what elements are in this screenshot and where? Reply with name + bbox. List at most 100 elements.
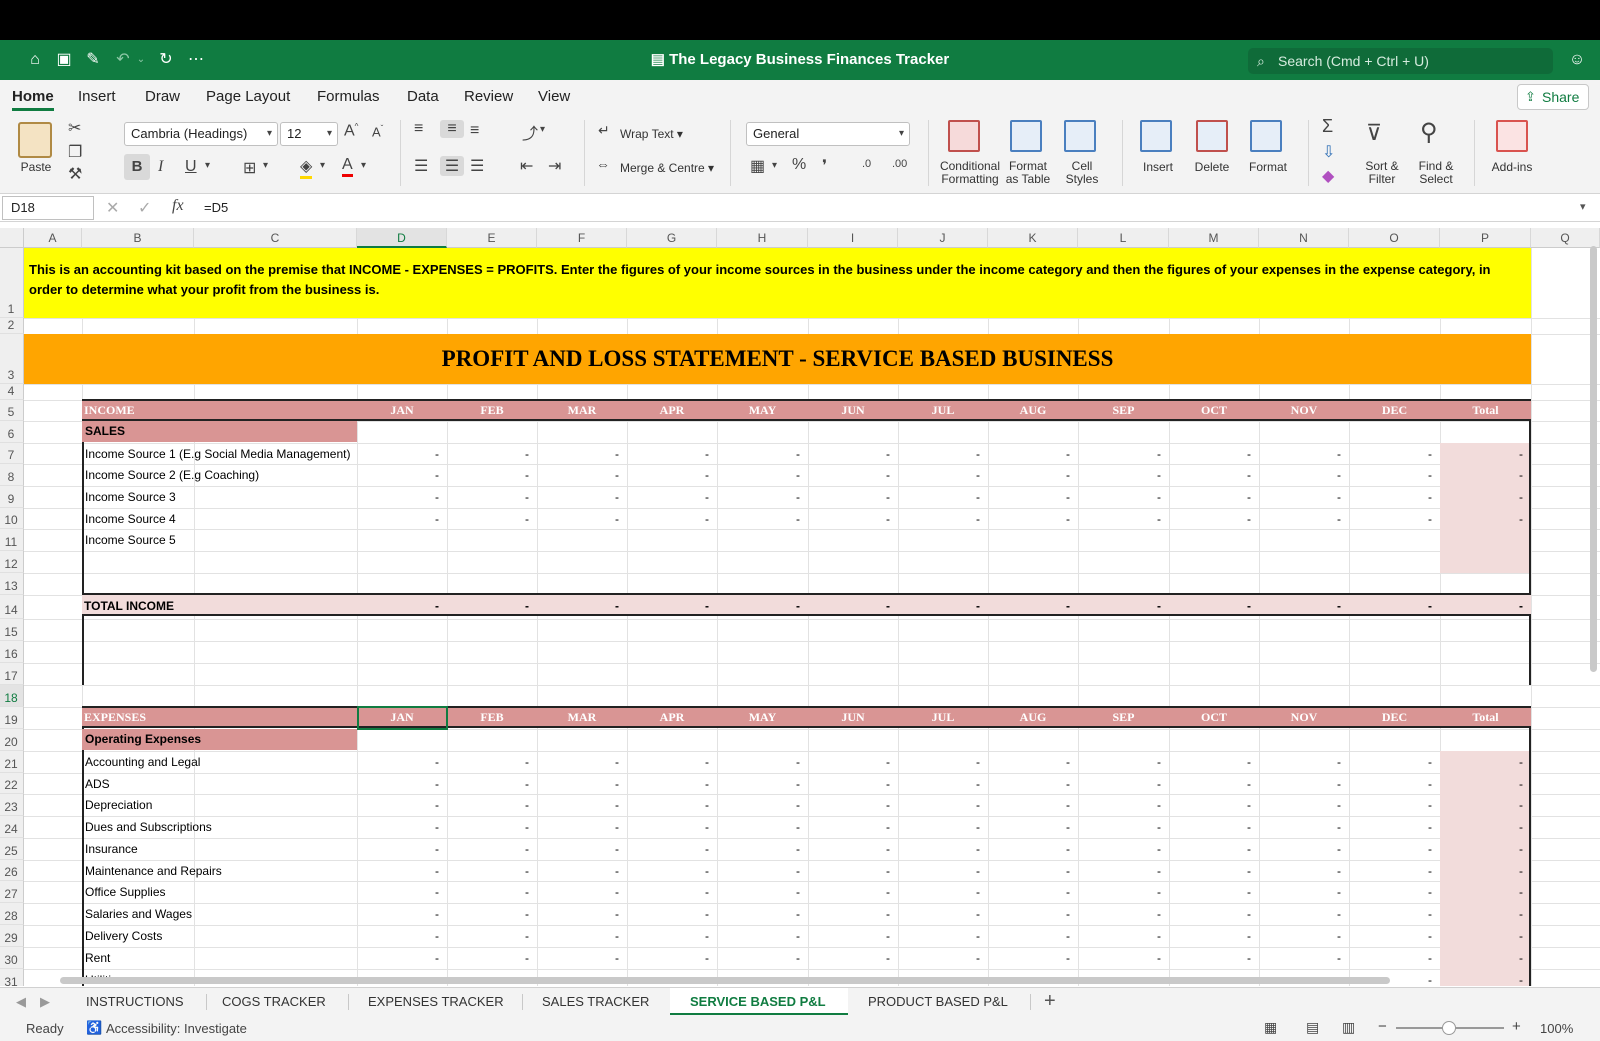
row-header-31[interactable]: 31 (0, 969, 24, 986)
income-value-cell[interactable]: - (1058, 512, 1070, 526)
month-header-dec[interactable]: DEC (1349, 401, 1440, 419)
row-header-2[interactable]: 2 (0, 318, 24, 334)
total-income-cell[interactable]: - (1239, 599, 1251, 613)
sheet-tab-product-based-pl[interactable]: PRODUCT BASED P&L (868, 994, 1008, 1009)
tab-draw[interactable]: Draw (145, 88, 180, 105)
month-header-may[interactable]: MAY (717, 708, 808, 726)
row-header-5[interactable]: 5 (0, 400, 24, 421)
column-header-p[interactable]: P (1440, 228, 1531, 248)
expense-value-cell[interactable]: - (427, 798, 439, 812)
row-header-11[interactable]: 11 (0, 529, 24, 551)
income-value-cell[interactable]: - (697, 447, 709, 461)
format-cells-button[interactable]: Format (1246, 160, 1290, 174)
expense-value-cell[interactable]: - (1511, 973, 1523, 986)
expense-value-cell[interactable]: - (1149, 755, 1161, 769)
expense-value-cell[interactable]: - (1239, 842, 1251, 856)
wrap-text-icon[interactable]: ↵ (598, 122, 610, 139)
income-value-cell[interactable]: - (1058, 468, 1070, 482)
expense-value-cell[interactable]: - (968, 864, 980, 878)
month-header-jun[interactable]: JUN (808, 708, 898, 726)
row-header-14[interactable]: 14 (0, 595, 24, 619)
expense-value-cell[interactable]: - (968, 885, 980, 899)
sheet-tab-sales-tracker[interactable]: SALES TRACKER (542, 994, 649, 1009)
italic-button[interactable]: I (158, 158, 163, 176)
income-row-label[interactable]: Income Source 1 (E.g Social Media Manage… (85, 447, 350, 461)
month-header-feb[interactable]: FEB (447, 708, 537, 726)
expense-value-cell[interactable]: - (697, 907, 709, 921)
expense-row-label[interactable]: Rent (85, 951, 110, 965)
row-header-29[interactable]: 29 (0, 925, 24, 947)
sales-subheader[interactable]: SALES (82, 421, 357, 442)
income-value-cell[interactable]: - (697, 490, 709, 504)
expense-value-cell[interactable]: - (517, 907, 529, 921)
income-value-cell[interactable]: - (427, 512, 439, 526)
tab-page-layout[interactable]: Page Layout (206, 88, 290, 105)
decrease-font-icon[interactable]: Aˇ (372, 124, 383, 139)
expense-value-cell[interactable]: - (788, 820, 800, 834)
format-as-table-icon[interactable] (1010, 120, 1042, 152)
accounting-format-icon[interactable]: ▦ (750, 156, 765, 176)
column-header-f[interactable]: F (537, 228, 627, 248)
expense-value-cell[interactable]: - (1149, 951, 1161, 965)
expense-row-label[interactable]: Depreciation (85, 798, 152, 812)
font-name-select[interactable]: Cambria (Headings) ▾ (124, 122, 278, 146)
income-value-cell[interactable]: - (878, 490, 890, 504)
expense-value-cell[interactable]: - (1420, 842, 1432, 856)
income-value-cell[interactable]: - (878, 512, 890, 526)
row-header-4[interactable]: 4 (0, 384, 24, 400)
income-value-cell[interactable]: - (607, 512, 619, 526)
total-income-cell[interactable]: - (1329, 599, 1341, 613)
income-value-cell[interactable]: - (1420, 468, 1432, 482)
selected-cell-d18[interactable] (357, 706, 448, 730)
expense-value-cell[interactable]: - (1511, 929, 1523, 943)
income-row-label[interactable]: Income Source 3 (85, 490, 176, 504)
expense-value-cell[interactable]: - (1329, 777, 1341, 791)
income-value-cell[interactable]: - (1420, 490, 1432, 504)
expense-row-label[interactable]: Accounting and Legal (85, 755, 200, 769)
column-header-l[interactable]: L (1078, 228, 1169, 248)
add-sheet-icon[interactable]: + (1044, 990, 1056, 1013)
format-as-table-button[interactable]: Format as Table (1004, 160, 1052, 186)
expense-value-cell[interactable]: - (607, 929, 619, 943)
expense-value-cell[interactable]: - (878, 820, 890, 834)
select-all-corner[interactable] (0, 228, 24, 248)
expense-value-cell[interactable]: - (427, 864, 439, 878)
month-header-apr[interactable]: APR (627, 708, 717, 726)
expense-value-cell[interactable]: - (607, 842, 619, 856)
month-header-jun[interactable]: JUN (808, 401, 898, 419)
expense-value-cell[interactable]: - (1511, 842, 1523, 856)
expense-value-cell[interactable]: - (1511, 907, 1523, 921)
row-header-24[interactable]: 24 (0, 816, 24, 838)
font-size-select[interactable]: 12 ▾ (280, 122, 338, 146)
income-value-cell[interactable]: - (1058, 490, 1070, 504)
expense-value-cell[interactable]: - (1420, 798, 1432, 812)
expense-value-cell[interactable]: - (1329, 864, 1341, 878)
row-header-18[interactable]: 18 (0, 685, 24, 707)
autosum-icon[interactable]: Σ (1322, 116, 1333, 137)
income-value-cell[interactable]: - (697, 512, 709, 526)
column-header-o[interactable]: O (1349, 228, 1440, 248)
expense-value-cell[interactable]: - (1239, 777, 1251, 791)
column-header-n[interactable]: N (1259, 228, 1349, 248)
search-input[interactable]: ⌕ Search (Cmd + Ctrl + U) (1248, 48, 1553, 74)
expense-value-cell[interactable]: - (968, 820, 980, 834)
insert-cells-icon[interactable] (1140, 120, 1172, 152)
column-header-h[interactable]: H (717, 228, 808, 248)
expense-value-cell[interactable]: - (517, 951, 529, 965)
expense-value-cell[interactable]: - (1239, 798, 1251, 812)
copy-icon[interactable]: ❐ (68, 142, 82, 162)
column-header-q[interactable]: Q (1531, 228, 1600, 248)
expense-value-cell[interactable]: - (607, 777, 619, 791)
expense-value-cell[interactable]: - (1420, 951, 1432, 965)
instruction-banner[interactable]: This is an accounting kit based on the p… (24, 248, 1531, 318)
expense-value-cell[interactable]: - (1149, 929, 1161, 943)
expense-value-cell[interactable]: - (1058, 951, 1070, 965)
sort-filter-icon[interactable]: ⊽ (1366, 120, 1382, 146)
bold-button[interactable]: B (124, 154, 150, 180)
orientation-dropdown-icon[interactable]: ▾ (540, 124, 545, 135)
expense-value-cell[interactable]: - (1239, 820, 1251, 834)
expense-value-cell[interactable]: - (607, 820, 619, 834)
expense-value-cell[interactable]: - (1058, 929, 1070, 943)
month-header-mar[interactable]: MAR (537, 708, 627, 726)
expense-value-cell[interactable]: - (1420, 777, 1432, 791)
